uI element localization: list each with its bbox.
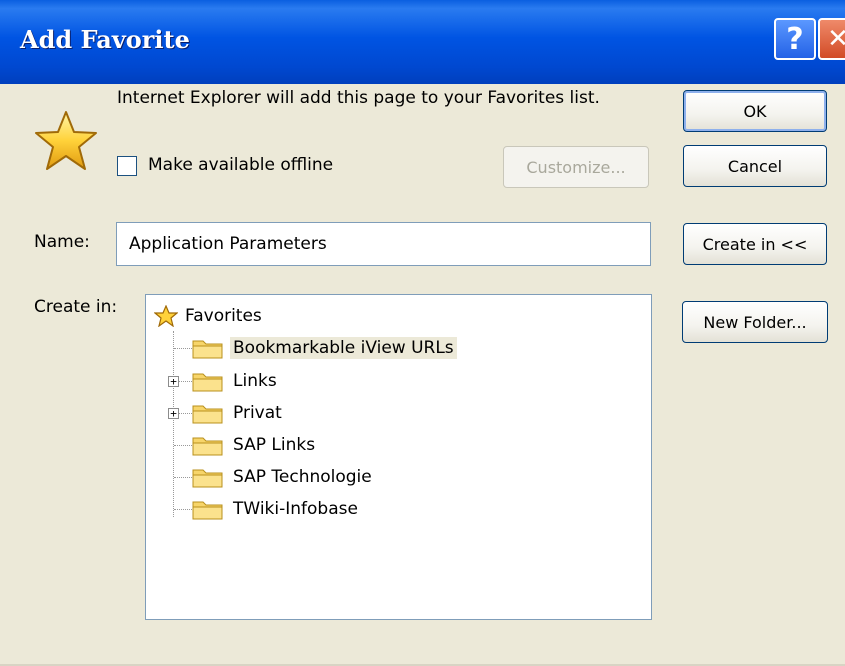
- folder-icon: [192, 501, 223, 520]
- create-in-label: Create in:: [34, 297, 118, 317]
- tree-connector: [174, 477, 192, 478]
- customize-button[interactable]: Customize...: [503, 146, 649, 188]
- tree-root-label: Favorites: [185, 306, 262, 326]
- tree-connector: [174, 348, 192, 349]
- title-bar[interactable]: Add Favorite ? ✕: [0, 0, 845, 84]
- window-title: Add Favorite: [20, 25, 190, 54]
- offline-checkbox-label[interactable]: Make available offline: [148, 155, 333, 175]
- tree-item-sap-technologie[interactable]: SAP Technologie: [192, 464, 375, 490]
- folder-tree[interactable]: Favorites Bookmarkable iView URLs + Link…: [145, 294, 652, 620]
- plus-expander-icon[interactable]: +: [168, 408, 179, 419]
- tree-item-label: TWiki-Infobase: [233, 499, 358, 519]
- new-folder-button[interactable]: New Folder...: [682, 301, 828, 343]
- tree-item-label: SAP Links: [233, 435, 316, 455]
- tree-item-links[interactable]: Links: [192, 368, 280, 394]
- help-icon: ?: [786, 21, 804, 57]
- tree-item-sap-links[interactable]: SAP Links: [192, 432, 318, 458]
- folder-icon: [192, 405, 223, 424]
- tree-connector: [179, 413, 192, 414]
- tree-item-twiki-infobase[interactable]: TWiki-Infobase: [192, 496, 361, 522]
- tree-item-label: Bookmarkable iView URLs: [230, 337, 457, 359]
- folder-icon: [192, 340, 223, 359]
- tree-connector: [173, 331, 174, 517]
- tree-item-label: SAP Technologie: [233, 467, 372, 487]
- close-icon: ✕: [827, 24, 845, 54]
- help-button[interactable]: ?: [774, 18, 816, 60]
- tree-item-label: Privat: [233, 403, 282, 423]
- name-input[interactable]: [116, 222, 651, 266]
- tree-connector: [179, 381, 192, 382]
- ok-button[interactable]: OK: [683, 90, 827, 132]
- plus-expander-icon[interactable]: +: [168, 376, 179, 387]
- close-button[interactable]: ✕: [818, 18, 845, 60]
- tree-item-bookmarkable-iview-urls[interactable]: Bookmarkable iView URLs: [192, 335, 457, 361]
- favorites-star-icon: [35, 111, 97, 170]
- cancel-button[interactable]: Cancel: [683, 145, 827, 187]
- folder-icon: [192, 373, 223, 392]
- offline-checkbox[interactable]: [117, 156, 137, 176]
- folder-icon: [192, 437, 223, 456]
- tree-connector: [174, 445, 192, 446]
- tree-item-label: Links: [233, 371, 277, 391]
- create-in-button[interactable]: Create in <<: [683, 223, 827, 265]
- tree-item-privat[interactable]: Privat: [192, 400, 285, 426]
- folder-icon: [192, 469, 223, 488]
- tree-root-favorites[interactable]: Favorites: [154, 303, 265, 329]
- info-message: Internet Explorer will add this page to …: [117, 88, 600, 108]
- favorites-star-icon: [154, 305, 178, 327]
- name-label: Name:: [34, 232, 90, 252]
- tree-connector: [174, 509, 192, 510]
